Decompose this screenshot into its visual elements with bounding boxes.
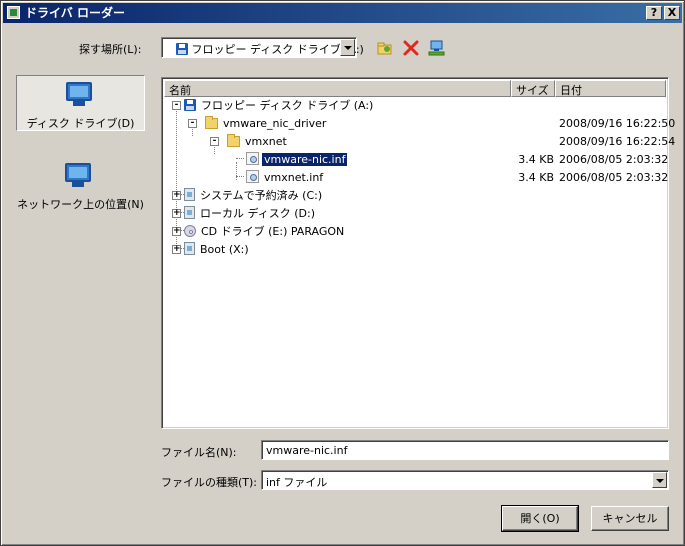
computer-icon bbox=[64, 82, 94, 108]
filetype-label: ファイルの種類(T): bbox=[161, 476, 258, 489]
close-button[interactable]: X bbox=[664, 6, 680, 20]
filename-label: ファイル名(N): bbox=[161, 446, 237, 459]
network-computer-icon[interactable] bbox=[428, 39, 446, 57]
place-network[interactable]: ネットワーク上の位置(N) bbox=[16, 157, 145, 213]
list-item[interactable]: - vmware_nic_driver 2008/09/16 16:22:50 bbox=[162, 115, 675, 132]
floppy-icon bbox=[184, 99, 196, 111]
drive-icon bbox=[184, 188, 195, 201]
look-in-label: 探す場所(L): bbox=[79, 43, 142, 56]
title-bar[interactable]: ドライバ ローダー ? X bbox=[3, 3, 682, 23]
folder-icon bbox=[227, 134, 240, 147]
folder-icon bbox=[205, 116, 218, 129]
place-label: ネットワーク上の位置(N) bbox=[17, 198, 144, 211]
collapse-icon[interactable]: - bbox=[188, 119, 197, 128]
list-item[interactable]: - フロッピー ディスク ドライブ (A:) bbox=[162, 97, 666, 114]
column-header-size[interactable]: サイズ bbox=[511, 80, 555, 97]
expand-icon[interactable]: + bbox=[172, 209, 181, 218]
place-label: ディスク ドライブ(D) bbox=[26, 117, 135, 130]
column-header-date[interactable]: 日付 bbox=[555, 80, 666, 97]
filetype-dropdown[interactable]: inf ファイル bbox=[261, 470, 669, 490]
column-header-name[interactable]: 名前 bbox=[164, 80, 511, 97]
list-item[interactable]: + CD ドライブ (E:) PARAGON bbox=[162, 223, 666, 240]
drive-icon bbox=[184, 242, 195, 255]
help-button[interactable]: ? bbox=[646, 6, 662, 20]
delete-icon[interactable] bbox=[402, 39, 420, 57]
list-item[interactable]: + システムで予約済み (C:) bbox=[162, 187, 666, 204]
place-disk-drive[interactable]: ディスク ドライブ(D) bbox=[16, 75, 145, 131]
places-bar: ディスク ドライブ(D) ネットワーク上の位置(N) bbox=[16, 73, 147, 433]
drive-icon bbox=[184, 206, 195, 219]
cd-icon bbox=[184, 225, 196, 237]
inf-file-icon bbox=[246, 170, 259, 183]
cancel-button[interactable]: キャンセル bbox=[591, 506, 669, 531]
collapse-icon[interactable]: - bbox=[172, 101, 181, 110]
filename-field[interactable]: vmware-nic.inf bbox=[261, 440, 669, 460]
collapse-icon[interactable]: - bbox=[210, 137, 219, 146]
expand-icon[interactable]: + bbox=[172, 191, 181, 200]
list-item[interactable]: + Boot (X:) bbox=[162, 241, 666, 258]
driver-loader-dialog: ドライバ ローダー ? X 探す場所(L): フロッピー ディスク ドライブ (… bbox=[0, 0, 685, 546]
inf-file-icon bbox=[246, 152, 259, 165]
filetype-value: inf ファイル bbox=[266, 476, 328, 489]
chevron-down-icon[interactable] bbox=[652, 472, 667, 488]
window-title: ドライバ ローダー bbox=[25, 6, 125, 20]
list-item[interactable]: vmware-nic.inf 3.4 KB 2006/08/05 2:03:32 bbox=[162, 151, 668, 168]
look-in-value: フロッピー ディスク ドライブ (A:) bbox=[191, 43, 364, 56]
chevron-down-icon[interactable] bbox=[340, 39, 355, 56]
expand-icon[interactable]: + bbox=[172, 227, 181, 236]
look-in-dropdown[interactable]: フロッピー ディスク ドライブ (A:) bbox=[161, 37, 364, 58]
list-item[interactable]: + ローカル ディスク (D:) bbox=[162, 205, 666, 222]
expand-icon[interactable]: + bbox=[172, 245, 181, 254]
app-icon bbox=[7, 6, 20, 19]
open-button[interactable]: 開く(O) bbox=[501, 505, 579, 532]
floppy-icon bbox=[176, 43, 188, 55]
network-icon bbox=[63, 163, 93, 189]
file-tree-list[interactable]: 名前 サイズ 日付 - フロッピー ディスク ドライブ (A:) - vmwar… bbox=[161, 77, 675, 429]
new-folder-icon[interactable] bbox=[376, 39, 394, 57]
filename-value: vmware-nic.inf bbox=[266, 444, 348, 457]
list-item[interactable]: vmxnet.inf 3.4 KB 2006/08/05 2:03:32 bbox=[162, 169, 668, 186]
list-item[interactable]: - vmxnet 2008/09/16 16:22:54 bbox=[162, 133, 675, 150]
